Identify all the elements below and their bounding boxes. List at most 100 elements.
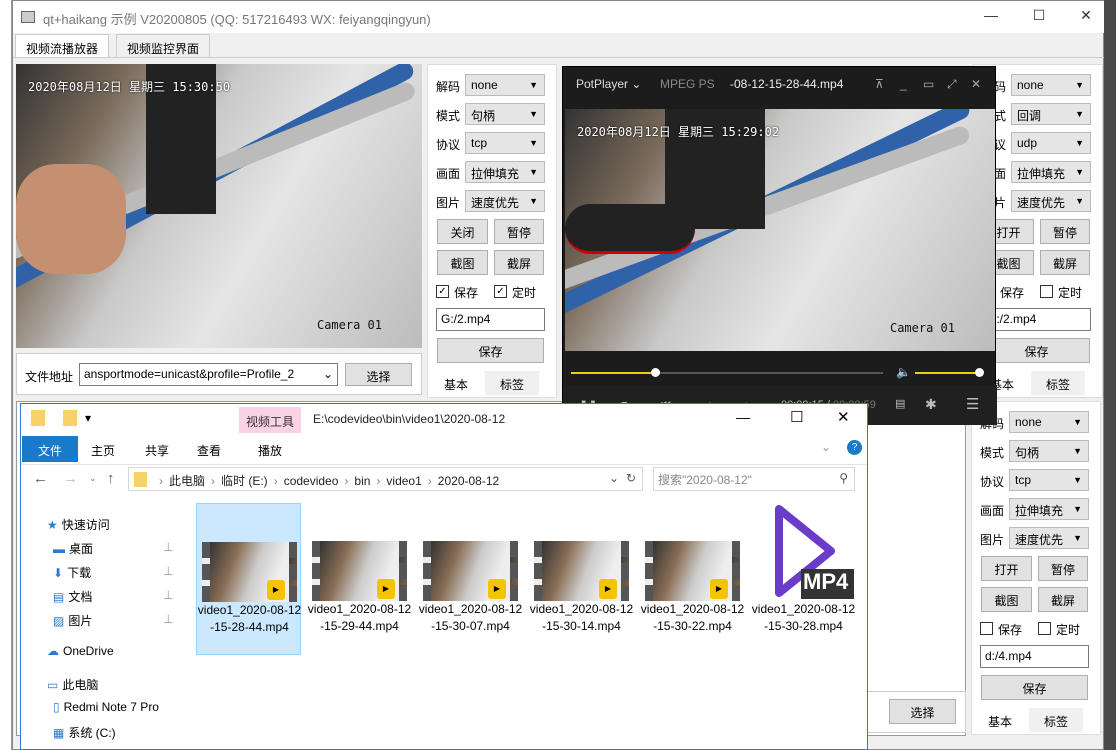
timer-checkbox[interactable]: ✓: [494, 285, 507, 298]
dropdown-arrow-icon: ▼: [1075, 167, 1084, 177]
select-file-button-2[interactable]: 选择: [889, 699, 956, 724]
option-combo[interactable]: none ▼: [465, 74, 545, 96]
option-combo[interactable]: tcp ▼: [1009, 469, 1089, 491]
option-combo[interactable]: 速度优先 ▼: [465, 190, 545, 212]
tab-basic[interactable]: 基本: [429, 371, 483, 395]
volume-handle[interactable]: [975, 368, 984, 377]
folder-icon: [31, 410, 45, 426]
camera-label: Camera 01: [889, 321, 955, 335]
menu-icon[interactable]: ☰: [966, 395, 979, 413]
nav-item[interactable]: ☁ OneDrive: [47, 644, 176, 658]
file-address-bar: 文件地址 ansportmode=unicast&profile=Profile…: [16, 353, 422, 395]
tab-monitor[interactable]: 视频监控界面: [116, 34, 211, 58]
pause-button[interactable]: 暂停: [1040, 219, 1090, 244]
save-button[interactable]: 保存: [437, 338, 544, 363]
potplayer-menu[interactable]: PotPlayer ⌄: [576, 77, 641, 91]
dropdown-arrow-icon: ▼: [1073, 417, 1082, 427]
quick-access-toolbar-dropdown[interactable]: ▾: [85, 411, 91, 425]
pause-button[interactable]: 暂停: [494, 219, 544, 244]
tab-label[interactable]: 标签: [1031, 371, 1085, 395]
pin-icon[interactable]: ⊼: [875, 77, 884, 91]
volume-slider[interactable]: [915, 368, 984, 377]
snapshot-button[interactable]: 截图: [437, 250, 488, 275]
timer-checkbox[interactable]: [1038, 622, 1051, 635]
tab-label[interactable]: 标签: [1029, 708, 1083, 732]
screenshot-button[interactable]: 截屏: [1038, 587, 1088, 612]
back-icon[interactable]: ←: [33, 470, 48, 487]
save-checkbox[interactable]: [980, 622, 993, 635]
camera-label: Camera 01: [316, 318, 382, 332]
video-player-left[interactable]: 2020年08月12日 星期三 15:30:50 Camera 01: [16, 64, 422, 348]
option-combo[interactable]: 速度优先 ▼: [1009, 527, 1089, 549]
tab-label[interactable]: 标签: [485, 371, 539, 395]
open-close-button[interactable]: 关闭: [437, 219, 488, 244]
option-combo[interactable]: 拉伸填充 ▼: [465, 161, 545, 183]
open-close-button[interactable]: 打开: [981, 556, 1032, 581]
seek-bar[interactable]: [571, 368, 883, 377]
pin-icon[interactable]: ⊥: [163, 588, 173, 602]
screenshot-button[interactable]: 截屏: [494, 250, 544, 275]
nav-item[interactable]: ▦ 系统 (C:): [53, 724, 176, 741]
maximize-button[interactable]: ☐: [1016, 7, 1062, 24]
up-icon[interactable]: ↑: [107, 470, 115, 487]
save-path-input[interactable]: d:/4.mp4: [980, 645, 1089, 668]
save-button[interactable]: 保存: [983, 338, 1090, 363]
playlist-icon[interactable]: ▤: [895, 397, 905, 410]
option-combo[interactable]: 句柄 ▼: [465, 103, 545, 125]
option-combo[interactable]: udp ▼: [1011, 132, 1091, 154]
tab-basic[interactable]: 基本: [973, 708, 1027, 732]
pause-button[interactable]: 暂停: [1038, 556, 1088, 581]
file-list: ▶ video1_2020-08-12-15-28-44.mp4 ▶ video1_2…: [191, 404, 867, 750]
timer-checkbox[interactable]: [1040, 285, 1053, 298]
close-button[interactable]: ✕: [971, 77, 981, 91]
option-combo[interactable]: 拉伸填充 ▼: [1009, 498, 1089, 520]
option-combo[interactable]: 速度优先 ▼: [1011, 190, 1091, 212]
nav-item[interactable]: ⬇ 下载 ⊥: [53, 564, 176, 581]
window-title: qt+haikang 示例 V20200805 (QQ: 517216493 W…: [43, 12, 431, 27]
ribbon-tab-share[interactable]: 共享: [135, 436, 179, 462]
select-file-button[interactable]: 选择: [345, 363, 412, 386]
nav-item[interactable]: ▤ 文档 ⊥: [53, 588, 176, 605]
file-item[interactable]: ▶ video1_2020-08-12-15-28-44.mp4: [196, 503, 301, 655]
screenshot-button[interactable]: 截屏: [1040, 250, 1090, 275]
file-item[interactable]: ▶ video1_2020-08-12-15-30-22.mp4: [640, 503, 745, 655]
option-combo[interactable]: 句柄 ▼: [1009, 440, 1089, 462]
seek-handle[interactable]: [651, 368, 661, 377]
option-combo[interactable]: 回调 ▼: [1011, 103, 1091, 125]
nav-item[interactable]: ▯ Redmi Note 7 Pro: [53, 700, 176, 714]
fullscreen-icon[interactable]: ⤢: [947, 77, 957, 92]
file-item[interactable]: ▶ video1_2020-08-12-15-30-14.mp4: [529, 503, 634, 655]
option-combo[interactable]: none ▼: [1011, 74, 1091, 96]
tab-stream-player[interactable]: 视频流播放器: [15, 34, 110, 58]
file-item[interactable]: ▶ video1_2020-08-12-15-30-07.mp4: [418, 503, 523, 655]
forward-icon[interactable]: →: [63, 470, 78, 487]
file-address-combo[interactable]: ansportmode=unicast&profile=Profile_2 ⌄: [79, 363, 338, 386]
volume-icon[interactable]: 🔈: [896, 365, 911, 379]
recent-dropdown-icon[interactable]: ⌄: [89, 473, 97, 484]
maximize-button[interactable]: ▭: [923, 77, 934, 91]
pin-icon[interactable]: ⊥: [163, 612, 173, 626]
pin-icon[interactable]: ⊥: [163, 564, 173, 578]
nav-item[interactable]: ★ 快速访问: [47, 516, 176, 533]
nav-item[interactable]: ▨ 图片 ⊥: [53, 612, 176, 629]
option-combo[interactable]: 拉伸填充 ▼: [1011, 161, 1091, 183]
potplayer-video[interactable]: 2020年08月12日 星期三 15:29:02 Camera 01: [565, 109, 995, 351]
gear-icon[interactable]: ✱: [925, 396, 937, 413]
minimize-button[interactable]: —: [968, 7, 1014, 23]
nav-item[interactable]: ▭ 此电脑: [47, 676, 176, 693]
file-item[interactable]: ▶ video1_2020-08-12-15-29-44.mp4: [307, 503, 412, 655]
ribbon-tab-file[interactable]: 文件: [22, 436, 78, 462]
option-combo[interactable]: none ▼: [1009, 411, 1089, 433]
save-button[interactable]: 保存: [981, 675, 1088, 700]
save-path-input[interactable]: G:/2.mp4: [436, 308, 545, 331]
nav-item[interactable]: ▬ 桌面 ⊥: [53, 540, 176, 557]
close-button[interactable]: ✕: [1063, 7, 1109, 24]
snapshot-button[interactable]: 截图: [981, 587, 1032, 612]
pin-icon[interactable]: ⊥: [163, 540, 173, 554]
save-path-input[interactable]: G:/2.mp4: [982, 308, 1091, 331]
option-combo[interactable]: tcp ▼: [465, 132, 545, 154]
ribbon-tab-home[interactable]: 主页: [81, 436, 125, 462]
save-checkbox[interactable]: ✓: [436, 285, 449, 298]
file-item[interactable]: MP4 video1_2020-08-12-15-30-28.mp4: [751, 503, 856, 655]
minimize-button[interactable]: _: [900, 77, 907, 91]
